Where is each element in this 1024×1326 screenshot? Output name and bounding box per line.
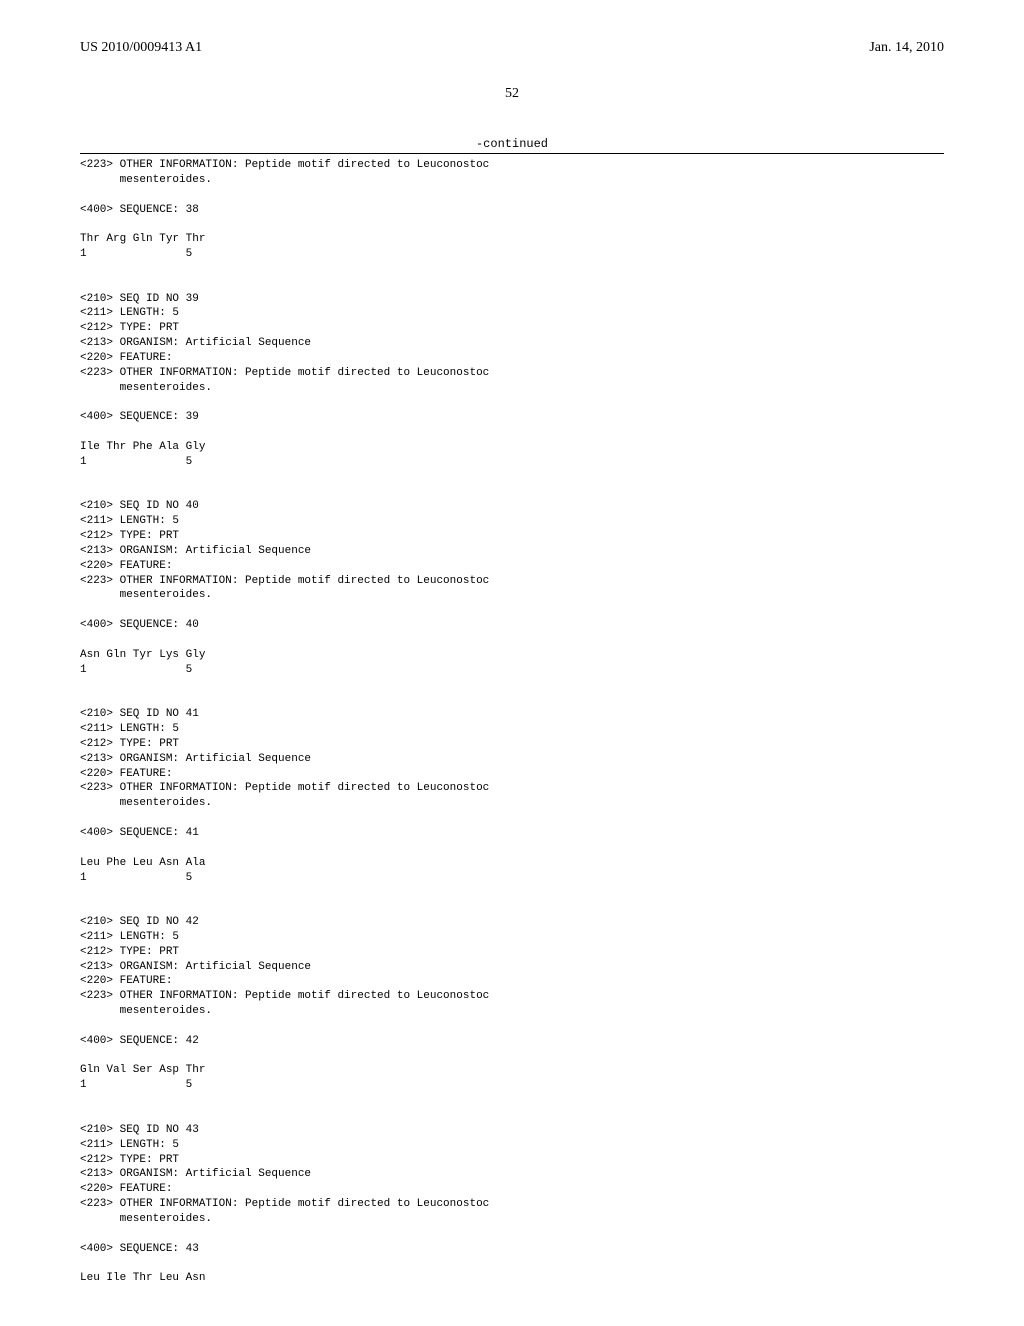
page-number: 52 [80, 86, 944, 102]
page-header: US 2010/0009413 A1 Jan. 14, 2010 [80, 40, 944, 56]
divider-top [80, 153, 944, 154]
sequence-listing: <223> OTHER INFORMATION: Peptide motif d… [80, 158, 944, 1286]
continued-label: -continued [80, 137, 944, 151]
publication-number: US 2010/0009413 A1 [80, 40, 202, 56]
publication-date: Jan. 14, 2010 [869, 40, 944, 56]
